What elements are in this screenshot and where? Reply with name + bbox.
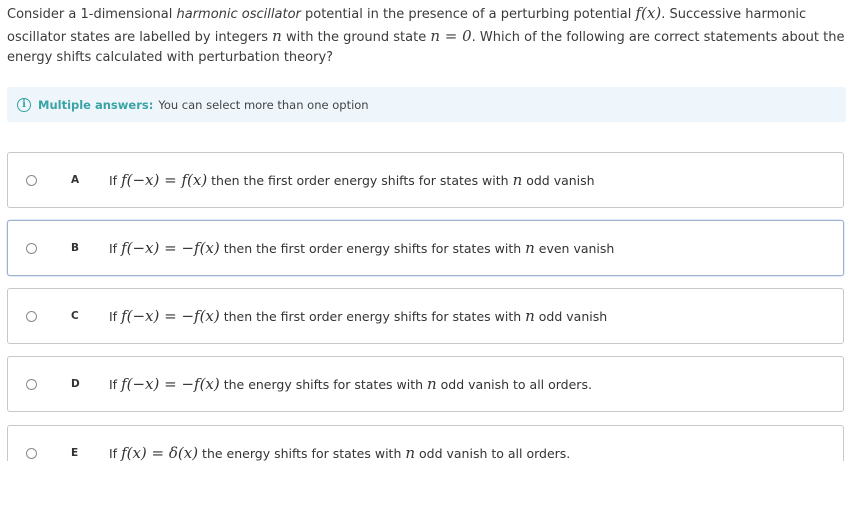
question-math-n0: n = 0	[430, 26, 472, 45]
hint-text: You can select more than one option	[158, 97, 369, 112]
option-letter: C	[71, 310, 79, 322]
radio-button[interactable]	[26, 310, 37, 322]
option-letter: A	[71, 174, 80, 186]
option-text: If f(−x) = f(x) then the first order ene…	[109, 171, 595, 189]
option-letter: B	[71, 242, 80, 254]
answer-option-b[interactable]: B If f(−x) = −f(x) then the first order …	[7, 220, 844, 276]
radio-button[interactable]	[26, 447, 37, 459]
option-letter: D	[71, 378, 80, 390]
answer-option-e[interactable]: E If f(x) = δ(x) the energy shifts for s…	[7, 425, 844, 461]
option-text: If f(x) = δ(x) the energy shifts for sta…	[109, 444, 571, 461]
option-text: If f(−x) = −f(x) then the first order en…	[109, 239, 615, 257]
question-part-1: Consider a 1-dimensional	[7, 7, 177, 22]
multiple-answers-hint: i Multiple answers: You can select more …	[7, 87, 846, 122]
question-emphasis: harmonic oscillator	[176, 7, 301, 22]
question-text: Consider a 1-dimensional harmonic oscill…	[7, 3, 852, 69]
hint-label: Multiple answers:	[38, 97, 154, 112]
option-letter: E	[71, 447, 79, 459]
answer-options-list: A If f(−x) = f(x) then the first order e…	[0, 150, 857, 461]
question-math-f: f(x)	[635, 4, 662, 22]
answer-option-d[interactable]: D If f(−x) = −f(x) the energy shifts for…	[7, 356, 844, 412]
question-math-n: n	[272, 26, 282, 45]
question-part-3: potential in the presence of a perturbin…	[300, 7, 636, 22]
question-part-5: with the ground state	[281, 29, 431, 45]
radio-button[interactable]	[26, 174, 37, 186]
radio-button[interactable]	[26, 378, 37, 390]
option-text: If f(−x) = −f(x) the energy shifts for s…	[109, 375, 592, 393]
radio-button[interactable]	[26, 242, 37, 254]
option-text: If f(−x) = −f(x) then the first order en…	[109, 307, 608, 325]
answer-option-a[interactable]: A If f(−x) = f(x) then the first order e…	[7, 152, 844, 208]
info-icon: i	[17, 97, 31, 112]
answer-option-c[interactable]: C If f(−x) = −f(x) then the first order …	[7, 288, 844, 344]
